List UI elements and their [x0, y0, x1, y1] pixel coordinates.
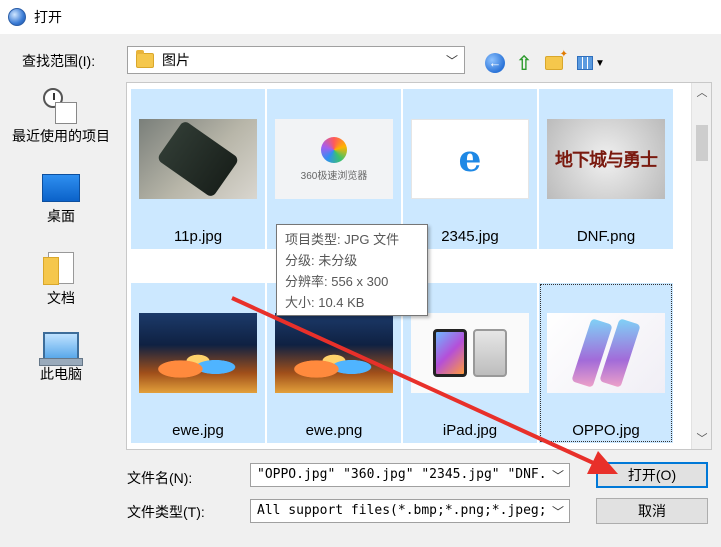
look-in-value: 图片	[162, 52, 190, 68]
folder-icon	[136, 49, 154, 68]
file-thumbnail	[139, 313, 257, 393]
dropdown-arrow-icon: ▼	[595, 57, 605, 69]
file-tile-oppo[interactable]: OPPO.jpg	[539, 283, 673, 443]
file-type-label: 文件类型(T):	[127, 504, 205, 520]
file-info-tooltip: 项目类型: JPG 文件 分级: 未分级 分辨率: 556 x 300 大小: …	[276, 224, 428, 316]
desktop-icon	[42, 174, 80, 202]
place-label: 最近使用的项目	[12, 128, 110, 144]
place-label: 文档	[47, 290, 75, 306]
tooltip-type: 项目类型: JPG 文件	[285, 232, 400, 247]
file-name-value: "OPPO.jpg" "360.jpg" "2345.jpg" "DNF.	[257, 467, 547, 482]
file-thumbnail: 360极速浏览器	[275, 119, 393, 199]
file-name: ewe.png	[305, 422, 363, 439]
file-tile-ewe-jpg[interactable]: ewe.jpg	[131, 283, 265, 443]
file-type-value: All support files(*.bmp;*.png;*.jpeg;	[257, 503, 547, 518]
tooltip-resolution: 分辨率: 556 x 300	[285, 274, 389, 289]
tooltip-rating: 分级: 未分级	[285, 253, 358, 268]
tooltip-size: 大小: 10.4 KB	[285, 295, 365, 310]
computer-icon	[39, 332, 83, 366]
cancel-button[interactable]: 取消	[596, 498, 708, 524]
place-this-pc[interactable]: 此电脑	[0, 332, 122, 384]
scroll-down-icon[interactable]: ﹀	[692, 429, 711, 449]
chevron-down-icon[interactable]: ﹀	[552, 503, 564, 520]
file-name-label: 文件名(N):	[127, 470, 193, 486]
scrollbar-thumb[interactable]	[696, 125, 708, 161]
up-folder-button[interactable]: ⇧	[513, 52, 535, 75]
look-in-row: 查找范围(I): 图片 ﹀ ← ⇧ ▼	[0, 44, 721, 76]
file-name: DNF.png	[576, 228, 636, 245]
file-thumbnail: e	[411, 119, 529, 199]
back-button[interactable]: ←	[484, 52, 506, 74]
file-thumbnail	[411, 313, 529, 393]
back-arrow-icon: ←	[485, 53, 505, 73]
new-folder-button[interactable]	[543, 49, 568, 74]
chevron-down-icon: ﹀	[445, 54, 458, 68]
place-recent-items[interactable]: 最近使用的项目	[0, 88, 122, 146]
view-menu-button[interactable]: ▼	[574, 52, 608, 74]
window-title: 打开	[34, 9, 62, 25]
file-name: OPPO.jpg	[572, 422, 640, 439]
dnf-logo: 地下城与勇士	[555, 150, 658, 171]
file-tile-dnf[interactable]: 地下城与勇士 DNF.png	[539, 89, 673, 249]
file-name: ewe.jpg	[172, 422, 224, 439]
look-in-label: 查找范围(I):	[22, 53, 96, 69]
chevron-down-icon[interactable]: ﹀	[552, 467, 564, 484]
vertical-scrollbar[interactable]: ︿ ﹀	[691, 83, 711, 449]
open-button[interactable]: 打开(O)	[596, 462, 708, 488]
file-thumbnail	[139, 119, 257, 199]
browser-e-logo: e	[458, 138, 482, 180]
file-name-input[interactable]: "OPPO.jpg" "360.jpg" "2345.jpg" "DNF. ﹀	[250, 463, 570, 487]
file-thumbnail	[275, 313, 393, 393]
documents-icon	[43, 252, 74, 285]
recent-items-icon	[43, 88, 79, 124]
new-folder-icon	[545, 49, 568, 70]
title-bar: 打开	[0, 0, 721, 34]
file-thumbnail: 地下城与勇士	[547, 119, 665, 199]
file-name: iPad.jpg	[442, 422, 498, 439]
browser-360-logo	[321, 136, 347, 163]
up-arrow-icon: ⇧	[515, 52, 533, 75]
file-thumbnail	[547, 313, 665, 393]
scroll-up-icon[interactable]: ︿	[692, 83, 711, 103]
app-icon	[8, 8, 26, 26]
place-desktop[interactable]: 桌面	[0, 174, 122, 226]
place-label: 此电脑	[40, 366, 82, 382]
look-in-dropdown[interactable]: 图片 ﹀	[127, 46, 465, 74]
file-name: 11p.jpg	[173, 228, 223, 245]
file-type-select[interactable]: All support files(*.bmp;*.png;*.jpeg; ﹀	[250, 499, 570, 523]
file-tile-11p[interactable]: 11p.jpg	[131, 89, 265, 249]
place-documents[interactable]: 文档	[0, 252, 122, 308]
view-grid-icon	[577, 56, 594, 70]
place-label: 桌面	[47, 208, 75, 224]
thumbnail-caption: 360极速浏览器	[300, 170, 368, 182]
places-bar: 最近使用的项目 桌面 文档 此电脑	[0, 82, 122, 402]
